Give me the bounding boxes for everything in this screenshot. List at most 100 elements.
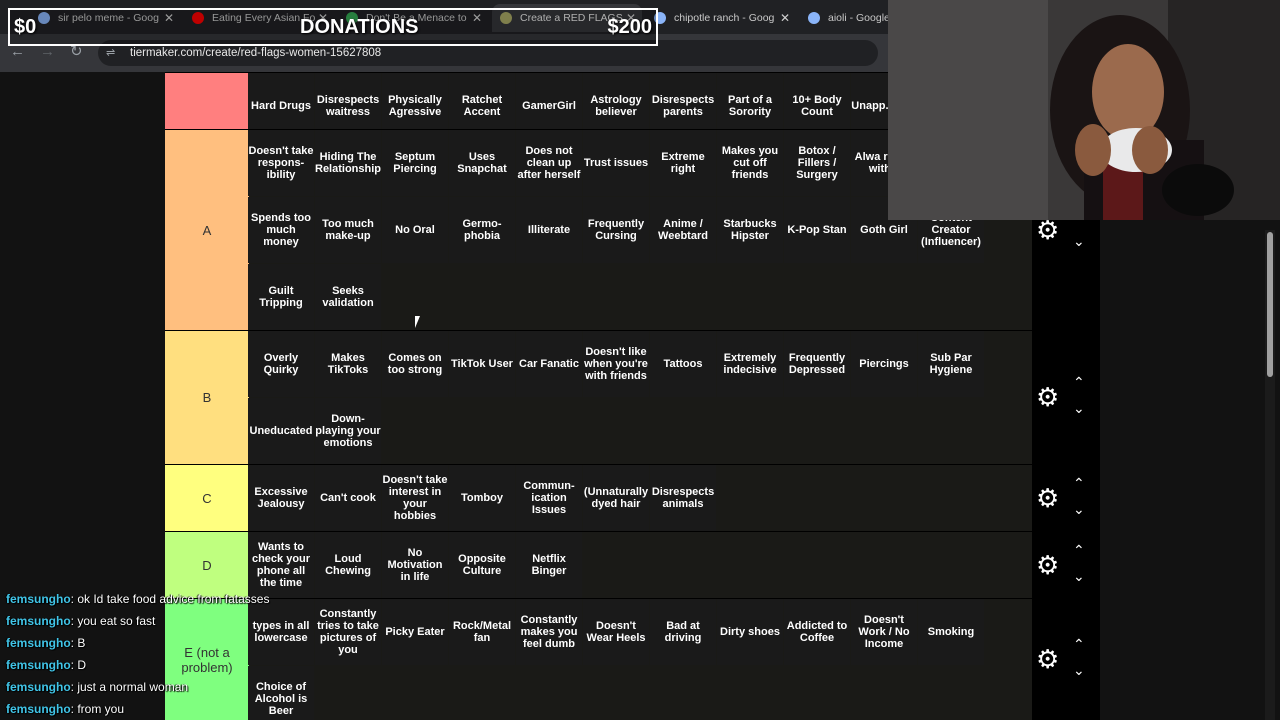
settings-gear-icon[interactable]: ⚙: [1036, 384, 1059, 410]
tier-item[interactable]: TikTok User: [449, 331, 515, 397]
move-up-icon[interactable]: ⌃: [1073, 543, 1085, 557]
tier-item[interactable]: Frequently Cursing: [583, 197, 649, 263]
chat-text: : D: [70, 658, 87, 672]
tier-item[interactable]: Guilt Tripping: [248, 264, 314, 330]
tier-item[interactable]: Rock/Metal fan: [449, 599, 515, 665]
tier-item[interactable]: Extremely indecisive: [717, 331, 783, 397]
tier-item[interactable]: Comes on too strong: [382, 331, 448, 397]
tier-item[interactable]: Doesn't Wear Heels: [583, 599, 649, 665]
chat-username: femsungho: [6, 592, 71, 606]
chat-username: femsungho: [6, 680, 71, 694]
tier-item[interactable]: Doesn't take respons-ibility: [248, 130, 314, 196]
tier-item[interactable]: Starbucks Hipster: [717, 197, 783, 263]
chat-username: femsungho: [6, 702, 71, 716]
tier-item[interactable]: K-Pop Stan: [784, 197, 850, 263]
tier-item[interactable]: Germo-phobia: [449, 197, 515, 263]
tier-item[interactable]: Extreme right: [650, 130, 716, 196]
tier-item[interactable]: Trust issues: [583, 130, 649, 196]
tier-item[interactable]: Doesn't take interest in your hobbies: [382, 465, 448, 531]
tier-item[interactable]: Overly Quirky: [248, 331, 314, 397]
tier-item[interactable]: Loud Chewing: [315, 532, 381, 598]
tier-item[interactable]: Doesn't Work / No Income: [851, 599, 917, 665]
tier-item[interactable]: Frequently Depressed: [784, 331, 850, 397]
tier-item[interactable]: (Unnaturally dyed hair: [583, 465, 649, 531]
tier-item[interactable]: Netflix Binger: [516, 532, 582, 598]
tier-item[interactable]: No Oral: [382, 197, 448, 263]
chat-message: femsungho: D: [6, 658, 86, 672]
tier-item[interactable]: Addicted to Coffee: [784, 599, 850, 665]
tab-favicon-icon: [808, 12, 820, 24]
donations-title: DONATIONS: [300, 16, 419, 38]
tier-item[interactable]: Constantly makes you feel dumb: [516, 599, 582, 665]
tier-item[interactable]: Makes you cut off friends: [717, 130, 783, 196]
tier-item[interactable]: Picky Eater: [382, 599, 448, 665]
tier-item[interactable]: Dirty shoes: [717, 599, 783, 665]
site-info-icon[interactable]: ⇌: [106, 47, 118, 59]
tier-item[interactable]: Tomboy: [449, 465, 515, 531]
tier-item[interactable]: Down-playing your emotions: [315, 398, 381, 464]
chat-message: femsungho: just a normal woman: [6, 680, 188, 694]
tier-item[interactable]: Excessive Jealousy: [248, 465, 314, 531]
move-down-icon[interactable]: ⌄: [1073, 663, 1085, 677]
settings-gear-icon[interactable]: ⚙: [1036, 552, 1059, 578]
tier-item[interactable]: Seeks validation: [315, 264, 381, 330]
chat-username: femsungho: [6, 636, 71, 650]
settings-gear-icon[interactable]: ⚙: [1036, 646, 1059, 672]
chat-message: femsungho: B: [6, 636, 85, 650]
move-up-icon[interactable]: ⌃: [1073, 375, 1085, 389]
move-up-icon[interactable]: ⌃: [1073, 476, 1085, 490]
chat-message: femsungho: from you: [6, 702, 124, 716]
move-down-icon[interactable]: ⌄: [1073, 502, 1085, 516]
tier-label[interactable]: [165, 73, 249, 129]
chat-username: femsungho: [6, 658, 71, 672]
webcam-image: [888, 0, 1280, 220]
settings-gear-icon[interactable]: ⚙: [1036, 485, 1059, 511]
tier-item[interactable]: Does not clean up after herself: [516, 130, 582, 196]
tab-close-icon[interactable]: ✕: [780, 11, 790, 25]
tier-item[interactable]: Doesn't like when you're with friends: [583, 331, 649, 397]
tier-item[interactable]: Uneducated: [248, 398, 314, 464]
tier-item[interactable]: Tattoos: [650, 331, 716, 397]
tier-item[interactable]: Anime / Weebtard: [650, 197, 716, 263]
mouse-cursor: [415, 316, 425, 328]
tier-item[interactable]: Car Fanatic: [516, 331, 582, 397]
move-up-icon[interactable]: ⌃: [1073, 637, 1085, 651]
browser-tab[interactable]: aioli - Google Se: [800, 4, 900, 32]
tier-item[interactable]: No Motivation in life: [382, 532, 448, 598]
tab-title: chipotle ranch - Goog: [674, 12, 775, 24]
tier-label[interactable]: B: [165, 331, 249, 464]
chat-text: : ok Id take food advice from fatasses: [70, 592, 270, 606]
tier-item[interactable]: Disrespects animals: [650, 465, 716, 531]
tier-item[interactable]: Can't cook: [315, 465, 381, 531]
move-down-icon[interactable]: ⌄: [1073, 234, 1085, 248]
settings-gear-icon[interactable]: ⚙: [1036, 217, 1059, 243]
tier-item[interactable]: Too much make-up: [315, 197, 381, 263]
browser-tab[interactable]: chipotle ranch - Goog ✕: [646, 4, 796, 32]
tier-item[interactable]: Botox / Fillers / Surgery: [784, 130, 850, 196]
tier-label[interactable]: C: [165, 465, 249, 531]
tier-label[interactable]: A: [165, 130, 249, 330]
chat-text: : you eat so fast: [70, 614, 156, 628]
tier-item[interactable]: Spends too much money: [248, 197, 314, 263]
tier-item[interactable]: Makes TikToks: [315, 331, 381, 397]
scrollbar-thumb[interactable]: [1267, 232, 1273, 377]
tier-label[interactable]: D: [165, 532, 249, 598]
tier-item[interactable]: Illiterate: [516, 197, 582, 263]
tier-item[interactable]: Wants to check your phone all the time: [248, 532, 314, 598]
tier-item[interactable]: Smoking: [918, 599, 984, 665]
tier-item[interactable]: Septum Piercing: [382, 130, 448, 196]
tier-item[interactable]: Commun-ication Issues: [516, 465, 582, 531]
chat-overlay: femsungho: ok Id take food advice from f…: [0, 590, 330, 720]
tier-item[interactable]: Piercings: [851, 331, 917, 397]
tier-item[interactable]: Bad at driving: [650, 599, 716, 665]
donations-overlay: $0 DONATIONS $200: [8, 8, 658, 46]
move-down-icon[interactable]: ⌄: [1073, 401, 1085, 415]
tier-item[interactable]: Opposite Culture: [449, 532, 515, 598]
tier-item[interactable]: Uses Snapchat: [449, 130, 515, 196]
chat-message: femsungho: ok Id take food advice from f…: [6, 592, 269, 606]
move-down-icon[interactable]: ⌄: [1073, 569, 1085, 583]
chat-text: : B: [70, 636, 86, 650]
donations-current: $0: [14, 16, 37, 38]
tier-item[interactable]: Hiding The Relationship: [315, 130, 381, 196]
tier-item[interactable]: Sub Par Hygiene: [918, 331, 984, 397]
